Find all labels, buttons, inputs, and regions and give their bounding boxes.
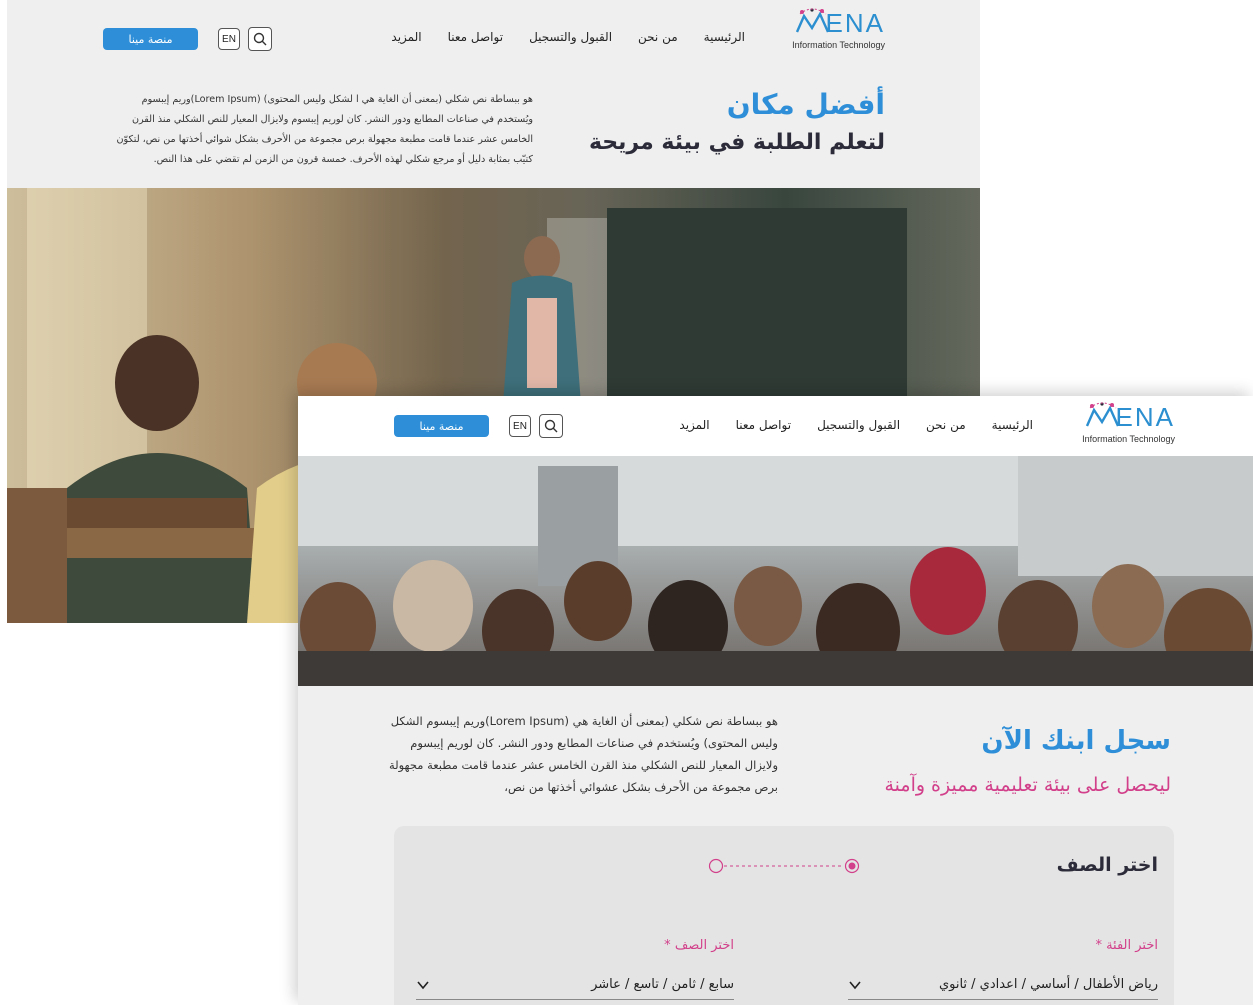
language-toggle[interactable]: EN [218,28,240,50]
grade-select[interactable]: سابع / ثامن / تاسع / عاشر [416,970,734,1000]
grade-form-card: اختر الصف * اختر الفئة رياض الأطفال / أس… [394,826,1174,1005]
search-button[interactable] [539,414,563,438]
register-title: سجل ابنك الآن [981,726,1171,756]
grade-label: * اختر الصف [664,938,734,953]
audience-photo [298,456,1253,686]
nav-item-more[interactable]: المزيد [679,418,709,432]
audience-photo-illustration [298,456,1253,686]
grade-value: سابع / ثامن / تاسع / عاشر [591,977,734,992]
nav-item-admissions[interactable]: القبول والتسجيل [817,418,900,432]
nav-item-about[interactable]: من نحن [926,418,966,432]
chevron-down-icon [417,980,429,989]
front-nav-bar: ENA Information Technology الرئيسية من ن… [298,396,1253,456]
brand-logo[interactable]: ENA Information Technology [792,8,885,50]
form-title: اختر الصف [1056,854,1158,876]
register-paragraph: هو ببساطة نص شكلي (بمعنى أن الغاية هي (L… [388,714,778,794]
nav-item-about[interactable]: من نحن [638,30,678,44]
nav-item-admissions[interactable]: القبول والتسجيل [529,30,612,44]
category-select[interactable]: رياض الأطفال / أساسي / اعدادي / ثانوي [848,970,1158,1000]
main-menu: الرئيسية من نحن القبول والتسجيل تواصل مع… [391,30,745,44]
step-indicator-icon [708,858,860,874]
category-value: رياض الأطفال / أساسي / اعدادي / ثانوي [938,977,1158,992]
search-icon [544,419,558,433]
platform-button[interactable]: منصة مينا [394,415,489,437]
language-toggle[interactable]: EN [509,415,531,437]
nav-tools-front: منصة مينا EN [394,414,563,438]
brand-name: ENA [1115,402,1175,432]
nav-item-home[interactable]: الرئيسية [704,30,745,44]
search-icon [253,32,267,46]
nav-item-more[interactable]: المزيد [391,30,421,44]
brand-tagline: Information Technology [1082,434,1175,444]
main-menu-front: الرئيسية من نحن القبول والتسجيل تواصل مع… [679,418,1033,432]
hero-subtitle: لتعلم الطلبة في بيئة مريحة [588,130,885,155]
brand-tagline: Information Technology [792,40,885,50]
hero-paragraph: هو ببساطة نص شكلي (بمعنى أن الغاية هي ا … [116,94,534,165]
platform-button[interactable]: منصة مينا [103,28,198,50]
category-label: * اختر الفئة [1095,938,1158,953]
chevron-down-icon [849,980,861,989]
search-button[interactable] [248,27,272,51]
nav-item-contact[interactable]: تواصل معنا [736,418,791,432]
brand-logo-front[interactable]: ENA Information Technology [1082,402,1175,444]
hero-title: أفضل مكان [726,88,885,121]
nav-item-contact[interactable]: تواصل معنا [448,30,503,44]
back-nav-bar: ENA Information Technology الرئيسية من ن… [7,0,980,78]
front-page-preview: ENA Information Technology الرئيسية من ن… [298,396,1253,1005]
register-subtitle: ليحصل على بيئة تعليمية مميزة وآمنة [884,774,1171,796]
nav-tools: منصة مينا EN [103,27,272,51]
nav-item-home[interactable]: الرئيسية [992,418,1033,432]
brand-name: ENA [825,8,885,38]
